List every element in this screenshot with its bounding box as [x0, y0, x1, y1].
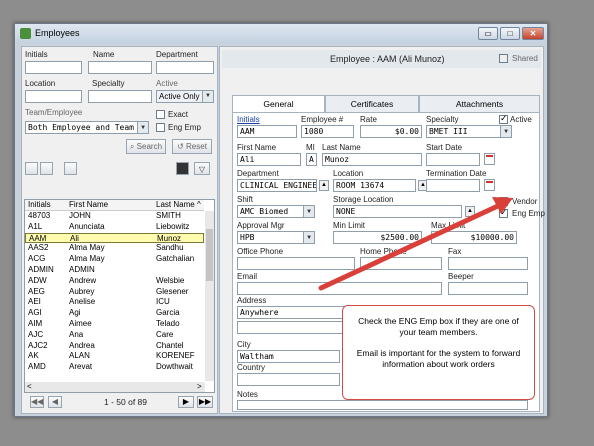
callout-box: Check the ENG Emp box if they are one of…	[342, 305, 535, 400]
callout-line2: Email is important for the system to for…	[356, 348, 521, 369]
arrow-shaft	[318, 202, 503, 291]
callout-line1: Check the ENG Emp box if they are one of…	[358, 316, 519, 337]
